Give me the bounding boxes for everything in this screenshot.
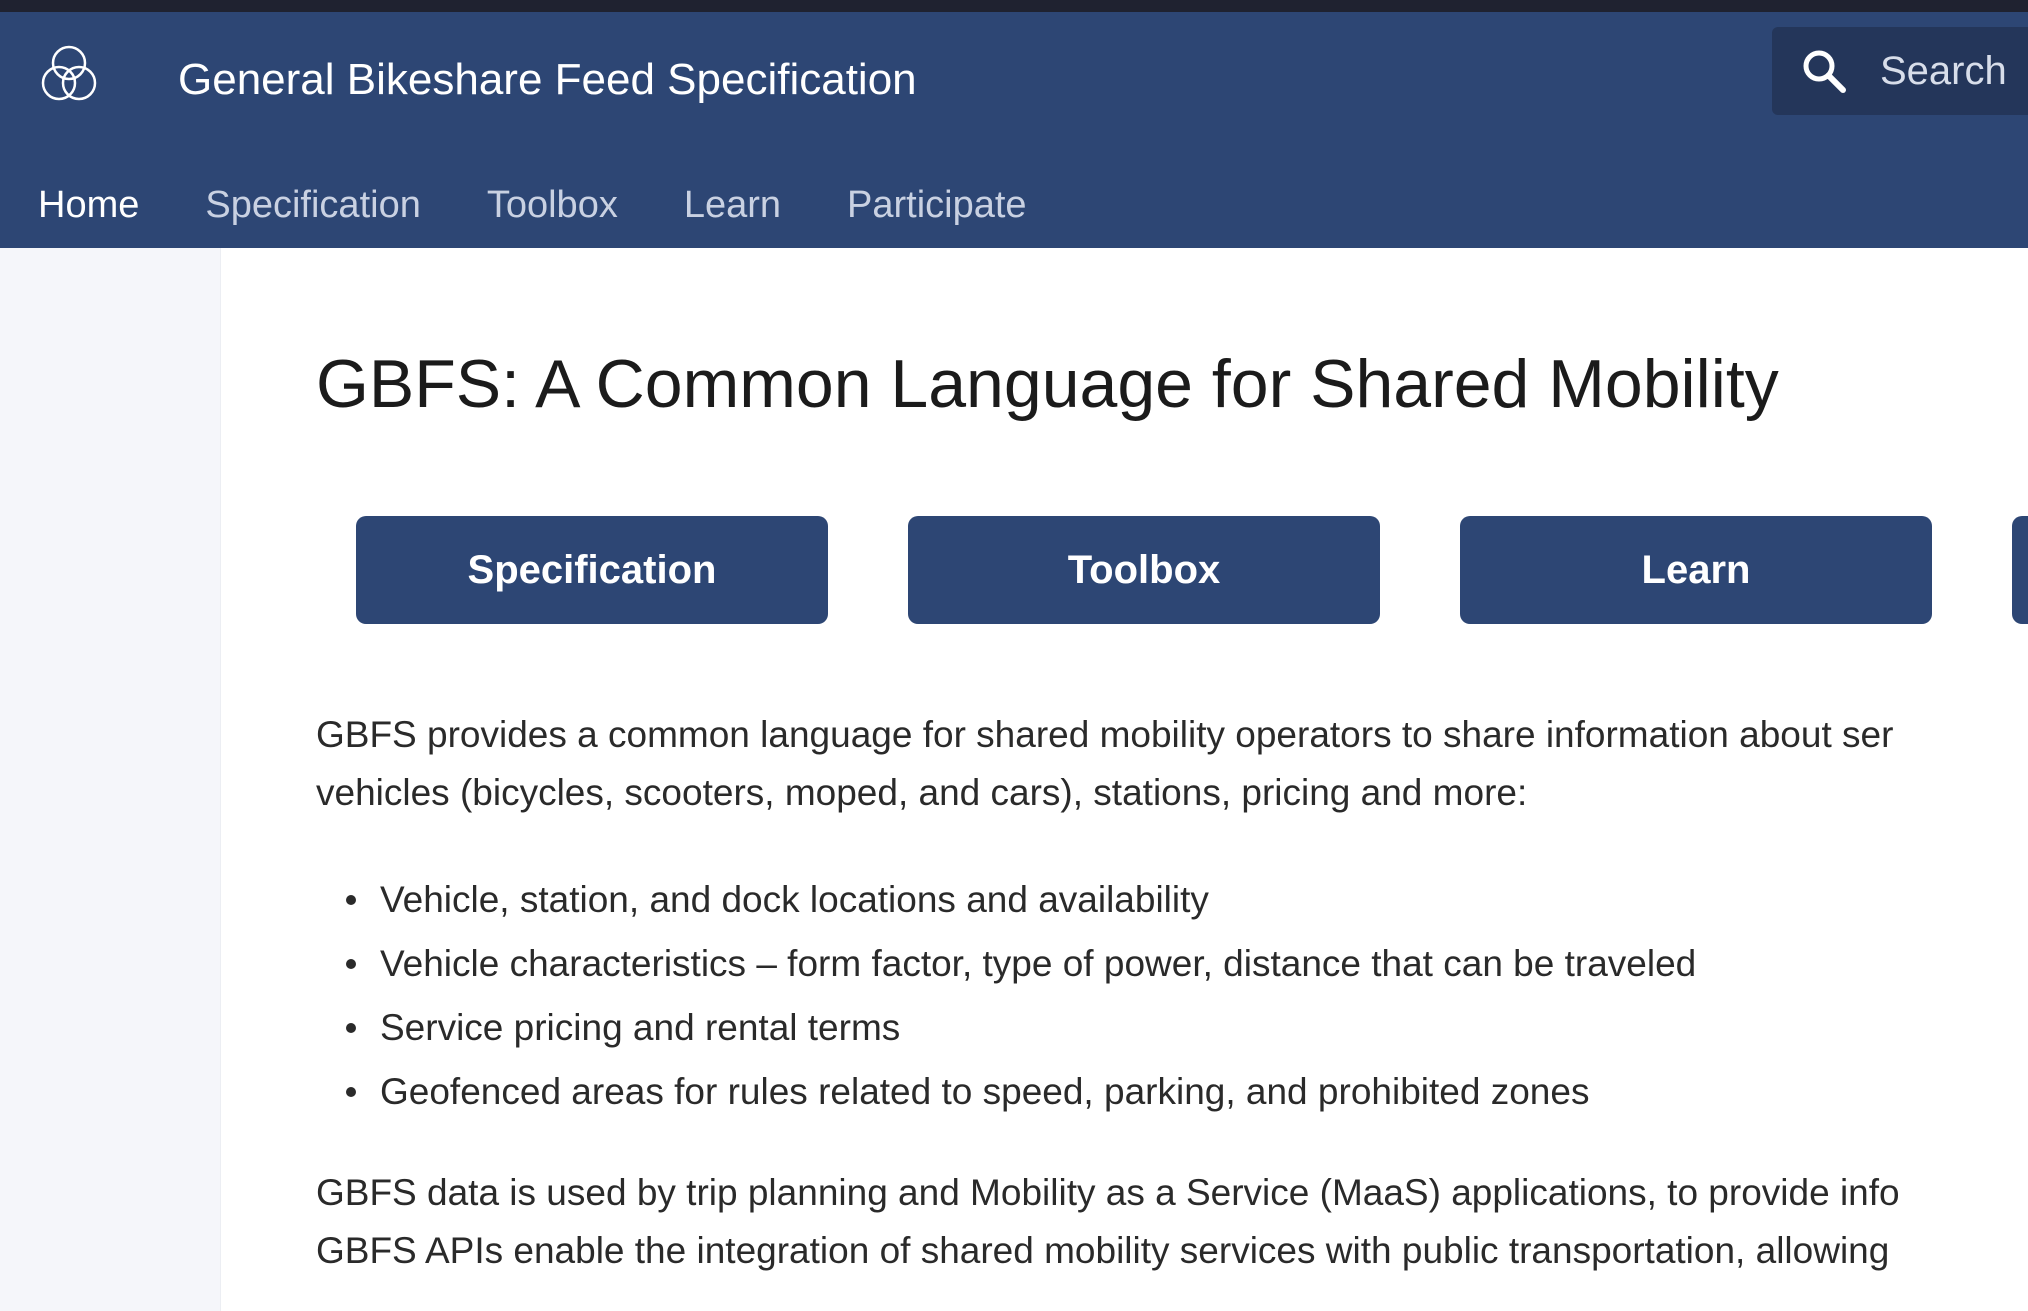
list-item: Geofenced areas for rules related to spe…: [316, 1060, 1696, 1124]
bullet-icon: [346, 1023, 356, 1033]
list-item: Vehicle characteristics – form factor, t…: [316, 932, 1696, 996]
nav-participate[interactable]: Participate: [847, 170, 1027, 240]
list-item-text: Service pricing and rental terms: [380, 1007, 901, 1048]
learn-button[interactable]: Learn: [1460, 516, 1932, 624]
bullet-icon: [346, 959, 356, 969]
sidebar: [0, 248, 221, 1311]
nav-learn[interactable]: Learn: [684, 170, 781, 240]
page-title: GBFS: A Common Language for Shared Mobil…: [316, 346, 1779, 422]
main-nav: Home Specification Toolbox Learn Partici…: [0, 170, 1093, 240]
bullet-icon: [346, 895, 356, 905]
list-item: Vehicle, station, and dock locations and…: [316, 868, 1696, 932]
usage-line: GBFS data is used by trip planning and M…: [316, 1172, 1900, 1213]
intro-line: GBFS provides a common language for shar…: [316, 714, 1894, 755]
site-header: General Bikeshare Feed Specification Hom…: [0, 12, 2028, 248]
search-input[interactable]: [1880, 41, 2028, 101]
usage-line: GBFS APIs enable the integration of shar…: [316, 1230, 1890, 1271]
list-item-text: Vehicle, station, and dock locations and…: [380, 879, 1209, 920]
intro-line: vehicles (bicycles, scooters, moped, and…: [316, 772, 1528, 813]
list-item-text: Vehicle characteristics – form factor, t…: [380, 943, 1697, 984]
specification-button[interactable]: Specification: [356, 516, 828, 624]
nav-specification[interactable]: Specification: [205, 170, 420, 240]
usage-paragraph: GBFS data is used by trip planning and M…: [316, 1164, 2028, 1280]
toolbox-button[interactable]: Toolbox: [908, 516, 1380, 624]
search-icon[interactable]: [1800, 47, 1848, 95]
nav-toolbox[interactable]: Toolbox: [487, 170, 618, 240]
triple-circle-logo-icon[interactable]: [32, 38, 106, 112]
nav-home[interactable]: Home: [38, 170, 139, 240]
bullet-icon: [346, 1087, 356, 1097]
window-top-edge: [0, 0, 2028, 12]
list-item: Service pricing and rental terms: [316, 996, 1696, 1060]
main-content: GBFS: A Common Language for Shared Mobil…: [316, 248, 2028, 1311]
site-title[interactable]: General Bikeshare Feed Specification: [178, 50, 917, 110]
search-box[interactable]: [1772, 27, 2028, 115]
intro-paragraph: GBFS provides a common language for shar…: [316, 706, 2028, 822]
fourth-quick-link-button[interactable]: [2012, 516, 2028, 624]
list-item-text: Geofenced areas for rules related to spe…: [380, 1071, 1590, 1112]
feature-list: Vehicle, station, and dock locations and…: [316, 868, 1696, 1124]
